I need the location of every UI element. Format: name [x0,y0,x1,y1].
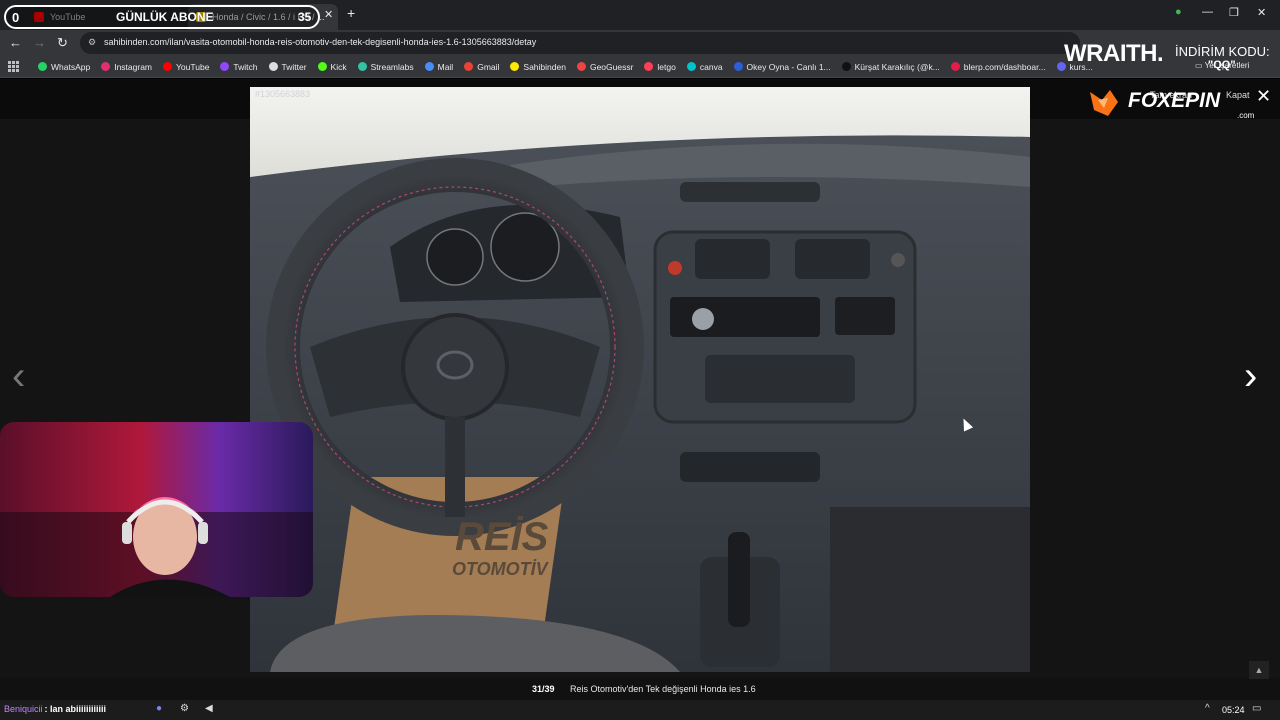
profile-icon[interactable]: ● [1175,6,1182,18]
chat-message: Beniquicii: Ian abiiiiiiiiiiii [4,704,106,714]
listing-photo: REİS OTOMOTİV [250,87,1030,672]
bookmark-mail[interactable]: Mail [424,62,453,72]
bookmark-twitter[interactable]: Twitter [268,62,307,72]
bookmark-instagram[interactable]: Instagram [101,62,152,72]
youtube-icon [163,62,173,71]
chat-username: Beniquicii [4,704,43,714]
previous-photo-icon[interactable]: ‹ [12,356,25,396]
overlay-title: GÜNLÜK ABONE [116,10,214,24]
listing-id: #1305663883 [255,89,311,99]
discord-icon[interactable]: ● [156,703,162,714]
bookmark-twitch[interactable]: Twitch [220,62,258,72]
settings-icon[interactable]: ⚙ [180,703,189,714]
promo-label: İNDİRİM KODU: [1175,44,1270,59]
overlay-left-count: 0 [12,10,20,25]
bookmark-youtube[interactable]: YouTube [163,62,209,72]
mat-watermark-brand: REİS [455,515,549,559]
minimize-icon[interactable]: — [1202,6,1213,18]
bookmark-blerp[interactable]: blerp.com/dashboar... [950,62,1046,72]
close-icon[interactable]: ✕ [1256,86,1271,107]
photo-caption: Reis Otomotiv'den Tek değişenli Honda ie… [570,684,756,694]
mail-icon [424,62,434,71]
bookmark-okey[interactable]: Okey Oyna - Canlı 1... [733,62,831,72]
bookmark-canva[interactable]: canva [686,62,723,72]
blerp-icon [950,62,960,71]
webcam-feed [0,422,313,597]
streamlabs-icon [357,62,367,71]
letgo-icon [644,62,654,71]
promo-code: "QQ" [1208,59,1236,71]
site-info-icon[interactable]: ⚙ [88,37,96,48]
whatsapp-icon [38,62,47,71]
twitch-icon [220,62,230,71]
restore-icon[interactable]: ❐ [1229,6,1239,19]
notification-icon[interactable]: ▭ [1252,703,1261,714]
foxepin-domain: .com [1237,111,1255,120]
sahibinden-icon [510,62,520,71]
webcam-illustration [0,422,313,597]
chevron-up-icon[interactable]: ^ [1205,703,1210,714]
volume-icon[interactable]: ◀ [205,703,213,714]
close-tab-icon[interactable]: ✕ [324,8,333,21]
bookmark-gmail[interactable]: Gmail [464,62,499,72]
geoguessr-icon [576,62,586,71]
clock: 05:24 [1222,705,1245,715]
x-icon [268,62,278,71]
sponsor-logo: WRAITH. [1064,40,1164,67]
back-icon[interactable]: ← [9,35,22,50]
okey-icon [733,62,743,71]
bookmark-geoguessr[interactable]: GeoGuessr [576,62,633,72]
bookmark-sahibinden[interactable]: Sahibinden [510,62,566,72]
reload-icon[interactable]: ↻ [57,35,68,51]
gmail-icon [464,62,474,71]
scroll-top-button[interactable]: ▲ [1249,661,1269,679]
mat-watermark-sub: OTOMOTİV [452,559,548,579]
bookmark-kick[interactable]: Kick [317,62,347,72]
instagram-icon [101,62,111,71]
bookmark-letgo[interactable]: letgo [644,62,676,72]
forward-icon[interactable]: → [33,35,46,50]
photo-counter: 31/39 [532,684,555,694]
url-text[interactable]: sahibinden.com/ilan/vasita-otomobil-hond… [104,37,536,47]
car-interior-illustration [250,87,1030,672]
bookmark-whatsapp[interactable]: WhatsApp [38,62,90,72]
bookmark-tiktok[interactable]: Kürşat Karakılıç (@k... [841,62,940,72]
canva-icon [686,62,696,71]
foxepin-logo: FOXEPIN [1128,89,1221,112]
new-tab-icon[interactable]: + [347,5,355,21]
tiktok-icon [841,62,851,71]
next-photo-icon[interactable]: › [1244,356,1257,396]
close-window-icon[interactable]: ✕ [1257,6,1266,19]
overlay-right-count: 35 [298,10,312,24]
bookmark-streamlabs[interactable]: Streamlabs [357,62,414,72]
chat-text: : Ian abiiiiiiiiiiii [44,704,107,714]
kick-icon [317,62,327,71]
taskbar [0,700,1280,720]
apps-grid-icon[interactable] [8,60,20,73]
